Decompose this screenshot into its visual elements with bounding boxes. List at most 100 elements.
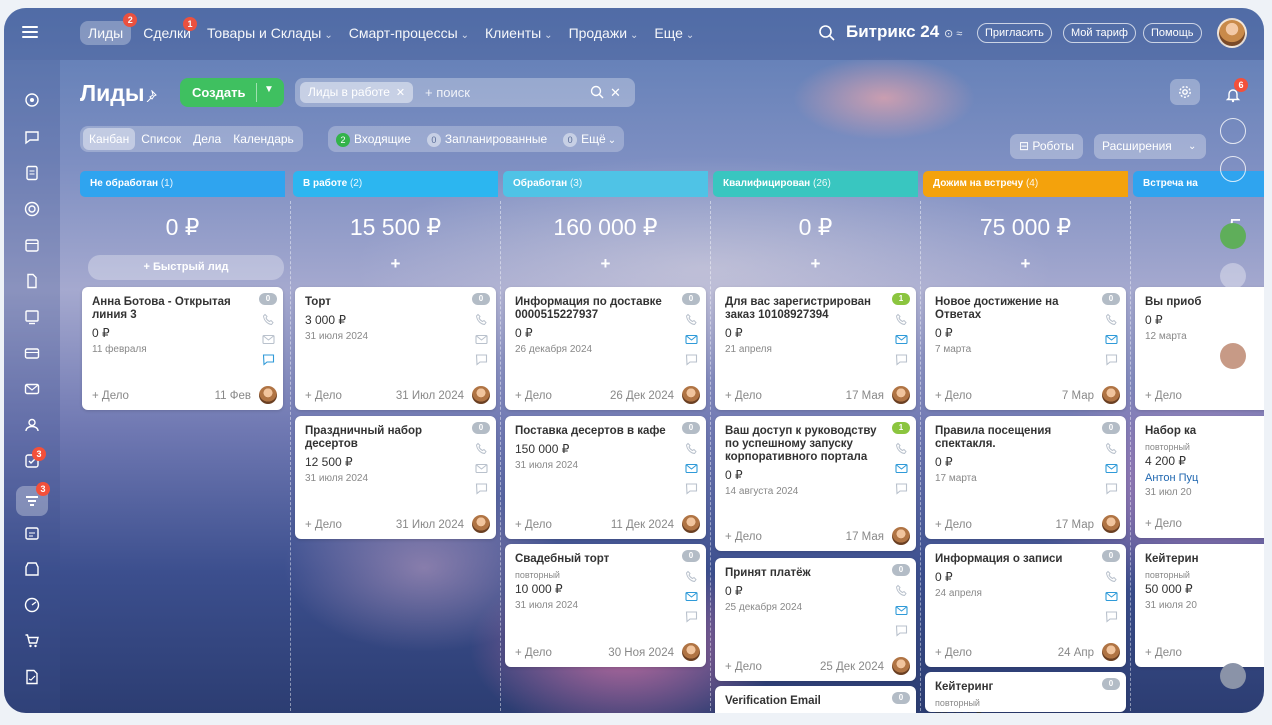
card-title[interactable]: Кейтеринг повторный [935, 681, 1097, 710]
chat-icon[interactable] [685, 610, 698, 623]
add-activity-link[interactable]: + Дело [305, 390, 342, 402]
lead-card[interactable]: Поставка десертов в кафе 150 000 ₽ 31 июля… [505, 416, 706, 539]
card-title[interactable]: Свадебный торт повторный [515, 553, 677, 582]
add-card-button[interactable]: + [503, 254, 708, 274]
mail-icon[interactable] [685, 590, 698, 603]
lead-card[interactable]: Информация по доставке 0000515227937 0 ₽ 2… [505, 287, 706, 410]
search-icon[interactable] [590, 85, 604, 99]
nav-goods[interactable]: Товары и Склады ⌄ [207, 25, 333, 41]
add-activity-link[interactable]: + Дело [935, 519, 972, 531]
column-header[interactable]: Дожим на встречу (4) [923, 171, 1128, 197]
lead-card[interactable]: Ваш доступ к руководству по успешному за… [715, 416, 916, 551]
contact-avatar[interactable] [1220, 343, 1246, 369]
store-icon[interactable] [24, 561, 40, 577]
chevron-down-icon[interactable]: ▼ [264, 84, 274, 95]
contact-avatar[interactable]: П [1220, 623, 1246, 649]
card-title[interactable]: Принят платёж [725, 567, 887, 580]
tab-activities[interactable]: Дела [187, 128, 227, 150]
column-header[interactable]: Квалифицирован (26) [713, 171, 918, 197]
chat-icon[interactable] [895, 353, 908, 366]
column-header[interactable]: Не обработан (1) [80, 171, 285, 197]
chat-icon[interactable] [1105, 610, 1118, 623]
analytics-icon[interactable] [24, 597, 40, 613]
tab-list[interactable]: Список [135, 128, 187, 150]
add-activity-link[interactable]: + Дело [935, 647, 972, 659]
users-icon[interactable] [24, 417, 40, 433]
cart-icon[interactable] [24, 633, 40, 649]
card-title[interactable]: Анна Ботова - Открытая линия 3 [92, 296, 254, 322]
card-title[interactable]: Новое достижение на Ответах [935, 296, 1097, 322]
contact-avatar[interactable] [1220, 663, 1246, 689]
tasks-item[interactable]: 3 [24, 447, 46, 469]
chat-icon[interactable] [1105, 353, 1118, 366]
filter-chip[interactable]: Лиды в работе ✕ [300, 82, 414, 103]
add-card-button[interactable]: + [293, 254, 498, 274]
lead-card[interactable]: Verification Email 0 ₽ 0 [715, 686, 916, 713]
contact-avatar[interactable] [1220, 303, 1246, 329]
chat-icon[interactable] [895, 482, 908, 495]
responsible-avatar[interactable] [1102, 643, 1120, 661]
mail-icon[interactable] [1105, 333, 1118, 346]
add-activity-link[interactable]: + Дело [1145, 518, 1182, 530]
nav-clients[interactable]: Клиенты ⌄ [485, 25, 553, 41]
add-card-button[interactable]: + [923, 254, 1128, 274]
card-contact-link[interactable]: Антон Пуц [1145, 472, 1198, 484]
responsible-avatar[interactable] [1102, 386, 1120, 404]
mail-icon[interactable] [895, 604, 908, 617]
chat-icon[interactable] [262, 353, 275, 366]
add-activity-link[interactable]: + Дело [515, 519, 552, 531]
mail-icon[interactable] [685, 462, 698, 475]
phone-icon[interactable] [475, 313, 488, 326]
column-header[interactable]: В работе (2) [293, 171, 498, 197]
lead-card[interactable]: Праздничный набор десертов 12 500 ₽ 31 июл… [295, 416, 496, 539]
mail-icon[interactable] [1105, 462, 1118, 475]
lead-card[interactable]: Новое достижение на Ответах 0 ₽ 7 марта 0 + … [925, 287, 1126, 410]
card-title[interactable]: Информация по доставке 0000515227937 [515, 296, 677, 322]
add-activity-link[interactable]: + Дело [305, 519, 342, 531]
phone-icon[interactable] [895, 584, 908, 597]
search-input[interactable] [425, 85, 575, 100]
phone-icon[interactable] [1105, 313, 1118, 326]
counter-planned[interactable]: 0 Запланированные [426, 132, 557, 147]
close-icon[interactable]: ✕ [396, 87, 405, 99]
chat-icon[interactable] [1105, 482, 1118, 495]
brand-logo[interactable]: Битрикс 24 ⊙ ≈ [846, 22, 962, 42]
lead-card[interactable]: Правила посещения спектакля. 0 ₽ 17 марта 0… [925, 416, 1126, 539]
mail-icon[interactable] [262, 333, 275, 346]
quick-lead-button[interactable]: + Быстрый лид [88, 255, 284, 280]
responsible-avatar[interactable] [892, 527, 910, 545]
responsible-avatar[interactable] [892, 386, 910, 404]
robots-button[interactable]: ⊟ Роботы [1010, 134, 1083, 159]
phone-icon[interactable] [895, 313, 908, 326]
nav-deals[interactable]: Сделки 1 [143, 17, 197, 41]
tariff-button[interactable]: Мой тариф [1063, 23, 1136, 43]
chat-icon[interactable] [685, 353, 698, 366]
card-title[interactable]: Для вас зарегистрирован заказ 1010892739… [725, 296, 887, 322]
mail-icon[interactable] [895, 462, 908, 475]
add-activity-link[interactable]: + Дело [1145, 390, 1182, 402]
card-title[interactable]: Правила посещения спектакля. [935, 425, 1097, 451]
chat-icon[interactable] [895, 624, 908, 637]
chat-icon[interactable] [24, 129, 40, 145]
phone-icon[interactable] [262, 313, 275, 326]
help-button[interactable]: Помощь [1143, 23, 1202, 43]
pin-icon[interactable] [145, 90, 157, 102]
responsible-avatar[interactable] [472, 515, 490, 533]
crm-item[interactable]: 3 [16, 482, 50, 516]
card-title[interactable]: Информация о записи [935, 553, 1097, 566]
card-title[interactable]: Verification Email [725, 695, 887, 708]
menu-icon[interactable] [22, 26, 38, 38]
nav-sales[interactable]: Продажи ⌄ [569, 25, 639, 41]
add-activity-link[interactable]: + Дело [935, 390, 972, 402]
phone-icon[interactable] [685, 442, 698, 455]
chat-icon[interactable] [475, 353, 488, 366]
add-activity-link[interactable]: + Дело [725, 531, 762, 543]
card-title[interactable]: Ваш доступ к руководству по успешному за… [725, 425, 887, 464]
phone-icon[interactable] [1105, 570, 1118, 583]
lead-card[interactable]: Анна Ботова - Открытая линия 3 0 ₽ 11 февр… [82, 287, 283, 410]
chevron-down-icon[interactable]: ⌄ [1188, 134, 1196, 159]
add-activity-link[interactable]: + Дело [725, 390, 762, 402]
tab-calendar[interactable]: Календарь [227, 128, 300, 150]
responsible-avatar[interactable] [259, 386, 277, 404]
mail-icon[interactable] [24, 381, 40, 397]
